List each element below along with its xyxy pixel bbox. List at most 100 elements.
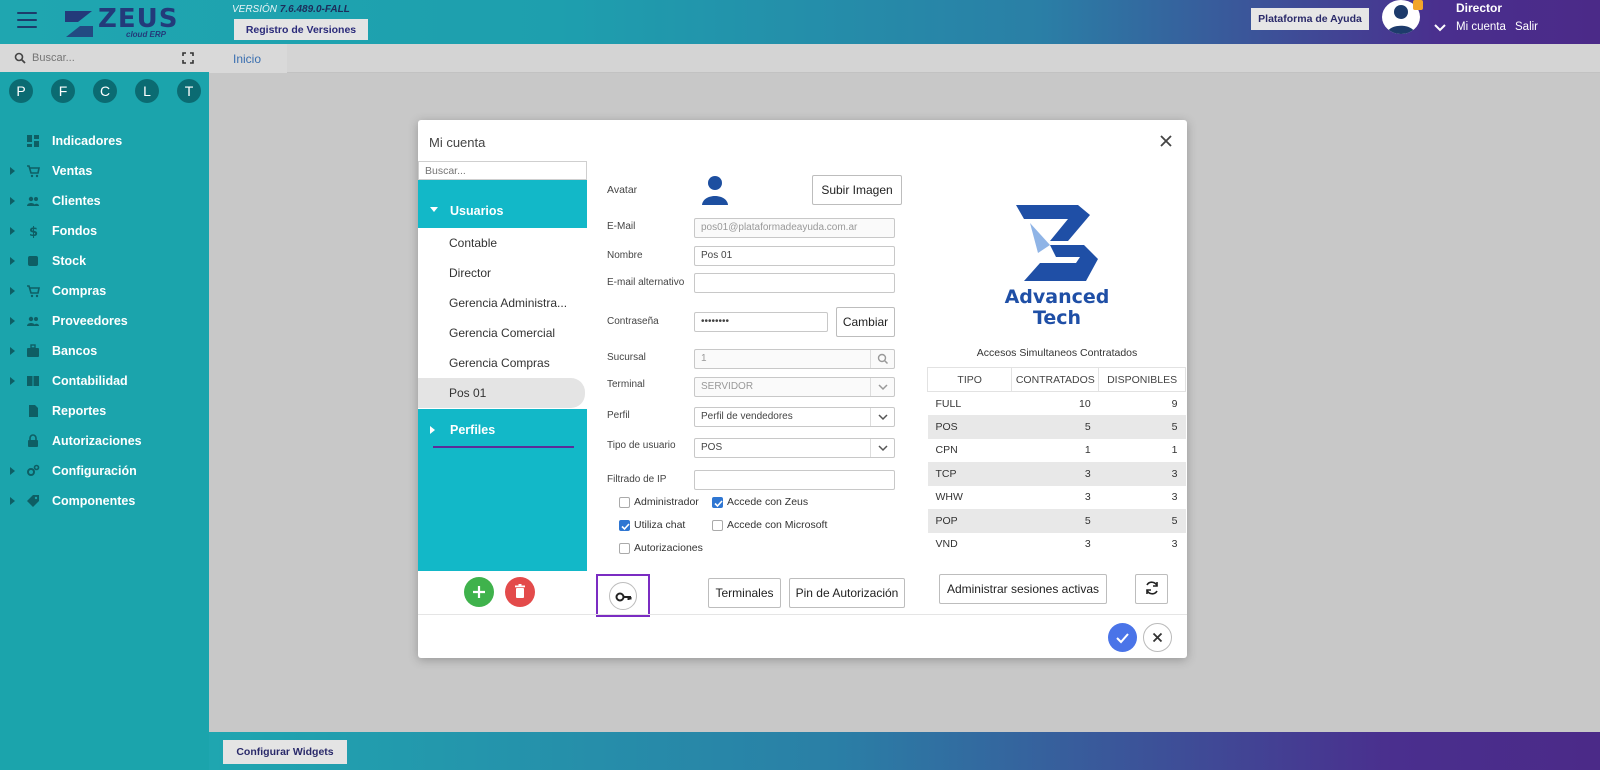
expand-caret-icon	[10, 377, 15, 385]
zeus-logo[interactable]: ZEUS cloud ERP	[62, 4, 177, 40]
sidebar-item-componentes[interactable]: Componentes	[0, 486, 209, 516]
manage-sessions-button[interactable]: Administrar sesiones activas	[939, 574, 1107, 604]
sidebar-item-compras[interactable]: Compras	[0, 276, 209, 306]
branch-field[interactable]: 1	[694, 349, 895, 369]
shortcut-l[interactable]: L	[135, 79, 159, 103]
cancel-button[interactable]	[1143, 623, 1172, 652]
profile-select[interactable]: Perfil de vendedores	[694, 407, 895, 427]
close-icon[interactable]	[1158, 133, 1174, 149]
briefcase-icon	[27, 344, 39, 357]
group-users[interactable]: Usuarios	[418, 194, 587, 227]
person-avatar-icon	[702, 176, 728, 205]
advanced-tech-logo	[1016, 205, 1098, 281]
sidebar-item-autorizaciones[interactable]: Autorizaciones	[0, 426, 209, 456]
my-account-link[interactable]: Mi cuenta	[1456, 21, 1506, 33]
terminal-select[interactable]: SERVIDOR	[694, 377, 895, 397]
plus-icon	[473, 586, 485, 598]
configure-widgets-button[interactable]: Configurar Widgets	[223, 740, 347, 764]
checkbox-box[interactable]	[619, 497, 630, 508]
sidebar-item-reportes[interactable]: Reportes	[0, 396, 209, 426]
expand-caret-icon	[10, 287, 15, 295]
shortcut-f[interactable]: F	[51, 79, 75, 103]
profile-label: Perfil	[607, 410, 630, 421]
group-profiles[interactable]: Perfiles	[418, 413, 587, 446]
sidebar-item-fondos[interactable]: $ Fondos	[0, 216, 209, 246]
sidebar-item-configuracion[interactable]: Configuración	[0, 456, 209, 486]
sidebar-item-proveedores[interactable]: Proveedores	[0, 306, 209, 336]
user-item[interactable]: Director	[418, 258, 587, 288]
key-button[interactable]	[609, 582, 637, 610]
lock-icon	[28, 434, 38, 447]
sidebar-item-clientes[interactable]: Clientes	[0, 186, 209, 216]
expand-caret-icon	[10, 347, 15, 355]
release-notes-button[interactable]: Registro de Versiones	[234, 19, 368, 40]
user-item-selected[interactable]: Pos 01	[418, 378, 585, 408]
checkbox-box-checked[interactable]	[619, 520, 630, 531]
chevron-down-icon[interactable]	[1433, 22, 1447, 34]
column-header: DISPONIBLES	[1098, 367, 1186, 392]
report-icon	[29, 405, 38, 417]
alt-email-field[interactable]	[694, 273, 895, 293]
close-icon	[1152, 632, 1163, 643]
users-search-input[interactable]	[418, 161, 587, 180]
change-password-button[interactable]: Cambiar	[836, 307, 895, 337]
user-item[interactable]: Contable	[418, 228, 587, 258]
user-item[interactable]: Gerencia Comercial	[418, 318, 587, 348]
upload-image-button[interactable]: Subir Imagen	[812, 175, 902, 205]
shortcut-p[interactable]: P	[9, 79, 33, 103]
check-icon	[1116, 633, 1129, 644]
help-platform-button[interactable]: Plataforma de Ayuda	[1251, 8, 1369, 30]
fullscreen-icon[interactable]	[182, 52, 194, 64]
expand-caret-icon	[10, 257, 15, 265]
user-type-select[interactable]: POS	[694, 438, 895, 458]
logo-subtitle: cloud ERP	[126, 30, 167, 39]
sidebar-item-bancos[interactable]: Bancos	[0, 336, 209, 366]
stock-icon	[28, 256, 38, 266]
brand-name: Advanced Tech	[1004, 286, 1110, 329]
checkbox-box[interactable]	[619, 543, 630, 554]
sidebar-item-indicadores[interactable]: Indicadores	[0, 126, 209, 156]
license-panel: Advanced Tech Accesos Simultaneos Contra…	[926, 161, 1187, 614]
logout-link[interactable]: Salir	[1515, 21, 1538, 33]
users-panel: Usuarios Contable Director Gerencia Admi…	[418, 161, 587, 571]
ip-filter-field[interactable]	[694, 470, 895, 490]
search-icon[interactable]	[870, 350, 894, 368]
sidebar-item-contabilidad[interactable]: Contabilidad	[0, 366, 209, 396]
chevron-down-icon	[870, 439, 894, 457]
ip-filter-label: Filtrado de IP	[607, 474, 667, 485]
add-user-button[interactable]	[464, 577, 494, 607]
tab-inicio[interactable]: Inicio	[209, 44, 287, 73]
sidebar-search-input[interactable]	[32, 49, 162, 67]
email-field[interactable]: pos01@plataformadeayuda.com.ar	[694, 218, 895, 238]
expand-caret-icon	[10, 167, 15, 175]
checkbox-box[interactable]	[712, 520, 723, 531]
users-list: Contable Director Gerencia Administra...…	[418, 228, 587, 409]
menu-icon[interactable]	[17, 12, 37, 30]
authorization-pin-button[interactable]: Pin de Autorización	[789, 578, 905, 608]
users-footer	[418, 571, 587, 614]
shortcut-t[interactable]: T	[177, 79, 201, 103]
password-field[interactable]: ••••••••	[694, 312, 828, 332]
branch-label: Sucursal	[607, 352, 646, 363]
top-bar: ZEUS cloud ERP VERSIÓN 7.6.489.0-FALL Re…	[0, 0, 1600, 44]
user-item[interactable]: Gerencia Administra...	[418, 288, 587, 318]
sidebar-item-ventas[interactable]: Ventas	[0, 156, 209, 186]
zeus-logo-mark	[65, 11, 93, 37]
user-type-label: Tipo de usuario	[607, 440, 676, 451]
user-item[interactable]: Gerencia Compras	[418, 348, 587, 378]
expand-caret-icon	[10, 317, 15, 325]
my-account-modal: Mi cuenta Usuarios Contable Director Ger…	[418, 120, 1187, 658]
chevron-down-icon	[870, 408, 894, 426]
refresh-button[interactable]	[1135, 574, 1168, 604]
table-row: POP 5 5	[927, 509, 1186, 533]
delete-user-button[interactable]	[505, 577, 535, 607]
name-field[interactable]: Pos 01	[694, 246, 895, 266]
lock-badge-icon	[1413, 0, 1423, 10]
terminals-button[interactable]: Terminales	[708, 578, 781, 608]
sidebar-item-stock[interactable]: Stock	[0, 246, 209, 276]
checkbox-box-checked[interactable]	[712, 497, 723, 508]
refresh-icon	[1145, 580, 1158, 595]
confirm-button[interactable]	[1108, 623, 1137, 652]
shortcut-c[interactable]: C	[93, 79, 117, 103]
modal-footer	[418, 614, 1187, 658]
